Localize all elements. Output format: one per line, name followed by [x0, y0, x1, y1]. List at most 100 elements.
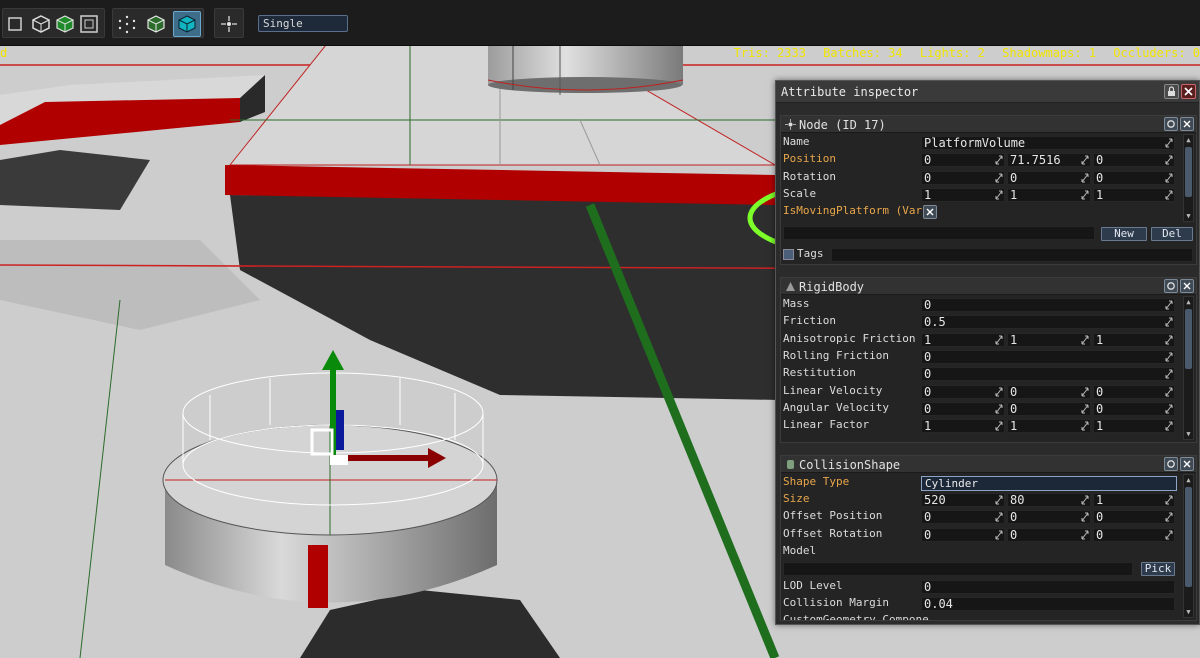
- new-var-button[interactable]: New: [1101, 227, 1147, 241]
- anisotropic-friction-field-3[interactable]: 1: [1093, 332, 1175, 347]
- size-field-1[interactable]: 520: [921, 493, 1005, 507]
- collision-margin-field[interactable]: 0.04: [921, 597, 1175, 611]
- tags-input[interactable]: [831, 248, 1193, 262]
- rigidbody-scrollbar[interactable]: ▲ ▼: [1183, 296, 1194, 440]
- rotation-field-3[interactable]: 0: [1093, 170, 1175, 185]
- drag-handle-icon[interactable]: [1165, 300, 1173, 310]
- node-scrollbar[interactable]: ▲ ▼: [1183, 134, 1194, 222]
- rotation-field-1[interactable]: 0: [921, 170, 1005, 185]
- drag-handle-icon[interactable]: [1165, 421, 1173, 431]
- scale-field-1[interactable]: 1: [921, 187, 1005, 202]
- reset-icon[interactable]: [1164, 117, 1178, 131]
- drag-handle-icon[interactable]: [995, 530, 1003, 540]
- friction-field-1[interactable]: 0.5: [921, 315, 1175, 330]
- remove-icon[interactable]: [1180, 457, 1194, 471]
- node-scroll-thumb[interactable]: [1185, 147, 1192, 197]
- linear-velocity-field-2[interactable]: 0: [1007, 384, 1091, 399]
- wire-cube-icon[interactable]: [142, 11, 170, 37]
- angular-velocity-field-3[interactable]: 0: [1093, 401, 1175, 416]
- reset-icon[interactable]: [1164, 279, 1178, 293]
- scroll-up-icon[interactable]: ▲: [1184, 297, 1193, 307]
- new-var-name-input[interactable]: [783, 226, 1095, 240]
- restitution-field-1[interactable]: 0: [921, 367, 1175, 382]
- scroll-up-icon[interactable]: ▲: [1184, 475, 1193, 485]
- drag-handle-icon[interactable]: [1081, 155, 1089, 165]
- linear-factor-field-1[interactable]: 1: [921, 419, 1005, 434]
- linear-velocity-field-1[interactable]: 0: [921, 384, 1005, 399]
- scroll-down-icon[interactable]: ▼: [1184, 607, 1193, 617]
- rigidbody-section-header[interactable]: RigidBody: [781, 278, 1196, 295]
- drag-handle-icon[interactable]: [995, 335, 1003, 345]
- offset-rotation-field-2[interactable]: 0: [1007, 527, 1091, 542]
- drag-handle-icon[interactable]: [995, 387, 1003, 397]
- mass-field-1[interactable]: 0: [921, 298, 1175, 312]
- scroll-up-icon[interactable]: ▲: [1184, 135, 1193, 145]
- rigidbody-scroll-thumb[interactable]: [1185, 309, 1192, 369]
- drag-handle-icon[interactable]: [1165, 387, 1173, 397]
- name-field-1[interactable]: PlatformVolume: [921, 136, 1175, 150]
- position-field-1[interactable]: 0: [921, 153, 1005, 168]
- linear-velocity-field-3[interactable]: 0: [1093, 384, 1175, 399]
- close-icon[interactable]: [1181, 84, 1196, 99]
- angular-velocity-field-1[interactable]: 0: [921, 401, 1005, 416]
- collision-scrollbar[interactable]: ▲ ▼: [1183, 474, 1194, 618]
- frame-cube-icon[interactable]: [75, 11, 103, 37]
- anisotropic-friction-field-2[interactable]: 1: [1007, 332, 1091, 347]
- drag-handle-icon[interactable]: [1081, 530, 1089, 540]
- drag-handle-icon[interactable]: [1165, 335, 1173, 345]
- solid-cube-icon[interactable]: [173, 11, 201, 37]
- tags-toggle-icon[interactable]: [783, 249, 794, 260]
- drag-handle-icon[interactable]: [995, 512, 1003, 522]
- collisionshape-section-header[interactable]: CollisionShape: [781, 456, 1196, 473]
- collision-scroll-thumb[interactable]: [1185, 487, 1192, 587]
- drag-handle-icon[interactable]: [1165, 369, 1173, 379]
- scroll-down-icon[interactable]: ▼: [1184, 211, 1193, 221]
- size-field-2[interactable]: 80: [1007, 493, 1091, 507]
- delete-var-button[interactable]: Del: [1151, 227, 1193, 241]
- scroll-down-icon[interactable]: ▼: [1184, 429, 1193, 439]
- drag-handle-icon[interactable]: [1165, 495, 1173, 505]
- offset-position-field-1[interactable]: 0: [921, 510, 1005, 525]
- linear-factor-field-3[interactable]: 1: [1093, 419, 1175, 434]
- drag-handle-icon[interactable]: [1081, 173, 1089, 183]
- drag-handle-icon[interactable]: [995, 190, 1003, 200]
- drag-handle-icon[interactable]: [1165, 138, 1173, 148]
- drag-handle-icon[interactable]: [995, 495, 1003, 505]
- rotation-field-2[interactable]: 0: [1007, 170, 1091, 185]
- remove-icon[interactable]: [1180, 117, 1194, 131]
- drag-handle-icon[interactable]: [1081, 512, 1089, 522]
- size-field-3[interactable]: 1: [1093, 493, 1175, 507]
- drag-handle-icon[interactable]: [995, 173, 1003, 183]
- inspector-titlebar[interactable]: Attribute inspector: [776, 81, 1199, 103]
- drag-handle-icon[interactable]: [1081, 190, 1089, 200]
- drag-handle-icon[interactable]: [1165, 190, 1173, 200]
- drag-handle-icon[interactable]: [1165, 317, 1173, 327]
- shape-type-select[interactable]: Cylinder: [921, 476, 1177, 491]
- drag-handle-icon[interactable]: [995, 404, 1003, 414]
- drag-handle-icon[interactable]: [1165, 173, 1173, 183]
- offset-rotation-field-3[interactable]: 0: [1093, 527, 1175, 542]
- scale-field-3[interactable]: 1: [1093, 187, 1175, 202]
- pick-icon[interactable]: [215, 11, 243, 37]
- position-field-3[interactable]: 0: [1093, 153, 1175, 168]
- pick-model-button[interactable]: Pick: [1141, 562, 1175, 576]
- remove-var-icon[interactable]: [923, 205, 937, 220]
- offset-rotation-field-1[interactable]: 0: [921, 527, 1005, 542]
- drag-handle-icon[interactable]: [1165, 352, 1173, 362]
- drag-handle-icon[interactable]: [1165, 404, 1173, 414]
- rolling-friction-field-1[interactable]: 0: [921, 349, 1175, 364]
- lock-icon[interactable]: [1164, 84, 1179, 99]
- drag-handle-icon[interactable]: [1081, 421, 1089, 431]
- drag-handle-icon[interactable]: [1081, 387, 1089, 397]
- points-icon[interactable]: [113, 11, 141, 37]
- drag-handle-icon[interactable]: [1165, 155, 1173, 165]
- drag-handle-icon[interactable]: [1081, 495, 1089, 505]
- anisotropic-friction-field-1[interactable]: 1: [921, 332, 1005, 347]
- drag-handle-icon[interactable]: [995, 155, 1003, 165]
- reset-icon[interactable]: [1164, 457, 1178, 471]
- drag-handle-icon[interactable]: [1165, 530, 1173, 540]
- lod-level-field[interactable]: 0: [921, 580, 1175, 594]
- drag-handle-icon[interactable]: [1165, 512, 1173, 522]
- drag-handle-icon[interactable]: [1081, 335, 1089, 345]
- offset-position-field-2[interactable]: 0: [1007, 510, 1091, 525]
